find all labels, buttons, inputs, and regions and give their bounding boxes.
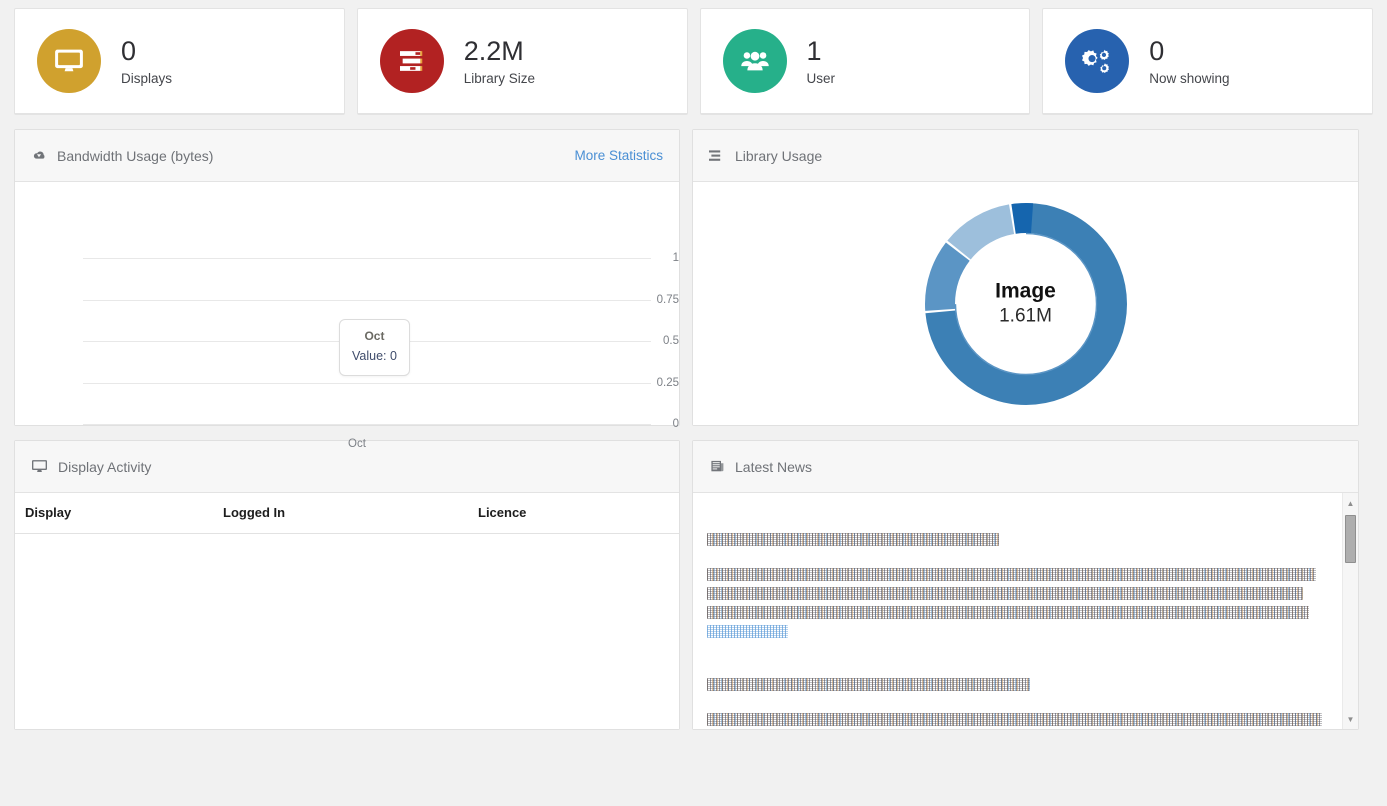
latest-news-scrollbar[interactable]: ▲ ▼ [1342,493,1358,729]
bottom-row: Display Activity Display Logged In Licen… [14,440,1373,730]
scrollbar-thumb[interactable] [1345,515,1356,563]
tooltip-title: Oct [352,327,397,345]
table-empty-cell [15,534,679,719]
dashboard-page: 0 Displays 2.2M Library Size [0,0,1387,806]
column-header-licence[interactable]: Licence [468,493,679,534]
display-activity-table: Display Logged In Licence [15,493,679,719]
stat-text: 0 Displays [121,36,172,85]
grid-line [83,300,651,301]
y-axis-tick: 0 [627,418,679,430]
stat-card-users[interactable]: 1 User [700,8,1031,115]
x-axis-tick: Oct [348,438,366,450]
stat-label: Library Size [464,71,535,86]
display-activity-panel-header: Display Activity [15,441,679,493]
y-axis-tick: 0.75 [627,294,679,306]
library-usage-body: Image 1.61M [693,182,1358,425]
news-link-redacted[interactable] [707,625,788,638]
scroll-up-arrow-icon[interactable]: ▲ [1343,495,1358,511]
latest-news-content [693,493,1342,729]
news-divider [707,648,1328,672]
stat-text: 2.2M Library Size [464,36,535,85]
stat-card-now-showing[interactable]: 0 Now showing [1042,8,1373,115]
news-item[interactable] [707,678,1328,729]
scroll-down-arrow-icon[interactable]: ▼ [1343,711,1358,727]
news-line-redacted [707,606,1309,619]
news-item[interactable] [707,533,1328,638]
stat-value: 0 [1149,36,1229,67]
latest-news-panel-title: Latest News [735,459,812,475]
news-line-redacted [707,587,1303,600]
display-activity-column: Display Activity Display Logged In Licen… [14,440,680,730]
bandwidth-chart-body: 1 0.75 0.5 0.25 0 Oct Oct Value: 0 [15,182,679,425]
bandwidth-line-chart[interactable]: 1 0.75 0.5 0.25 0 Oct Oct Value: 0 [15,182,679,425]
stat-card-library-size[interactable]: 2.2M Library Size [357,8,688,115]
stat-label: Displays [121,71,172,86]
library-usage-column: Library Usage [692,129,1359,426]
column-header-display[interactable]: Display [15,493,213,534]
stat-value: 0 [121,36,172,67]
stat-label: Now showing [1149,71,1229,86]
stat-card-row: 0 Displays 2.2M Library Size [14,8,1373,115]
bandwidth-usage-panel: Bandwidth Usage (bytes) More Statistics … [14,129,680,426]
library-usage-panel: Library Usage [692,129,1359,426]
stat-value: 2.2M [464,36,535,67]
bandwidth-panel-header: Bandwidth Usage (bytes) More Statistics [15,130,679,182]
grid-line [83,258,651,259]
more-statistics-link[interactable]: More Statistics [574,148,663,163]
table-head: Display Logged In Licence [15,493,679,534]
users-group-icon [723,29,787,93]
cloud-download-icon [31,148,47,164]
display-monitor-icon [37,29,101,93]
latest-news-panel-header: Latest News [693,441,1358,493]
stat-value: 1 [807,36,836,67]
display-activity-body: Display Logged In Licence [15,493,679,729]
chart-tooltip: Oct Value: 0 [339,319,410,376]
grid-line [83,424,651,425]
stat-card-displays[interactable]: 0 Displays [14,8,345,115]
bandwidth-column: Bandwidth Usage (bytes) More Statistics … [14,129,680,426]
display-activity-panel-title: Display Activity [58,459,151,475]
charts-row: Bandwidth Usage (bytes) More Statistics … [14,129,1373,426]
latest-news-body: ▲ ▼ [693,493,1358,729]
newspaper-icon [709,459,725,474]
library-usage-panel-header: Library Usage [693,130,1358,182]
stat-text: 0 Now showing [1149,36,1229,85]
donut-inner-ring [955,233,1096,374]
stat-label: User [807,71,836,86]
library-usage-panel-title: Library Usage [735,148,822,164]
news-heading-redacted [707,678,1030,691]
table-body [15,534,679,719]
latest-news-column: Latest News [692,440,1359,730]
news-line-redacted [707,568,1316,581]
news-line-redacted [707,713,1322,726]
grid-line [83,383,651,384]
library-usage-donut-chart[interactable]: Image 1.61M [918,196,1134,412]
table-header-row: Display Logged In Licence [15,493,679,534]
cogs-icon [1065,29,1129,93]
table-empty-row [15,534,679,719]
monitor-icon [31,459,48,474]
stat-text: 1 User [807,36,836,85]
tooltip-value: Value: 0 [352,347,397,366]
display-activity-panel: Display Activity Display Logged In Licen… [14,440,680,730]
y-axis-tick: 0.25 [627,377,679,389]
latest-news-panel: Latest News [692,440,1359,730]
bandwidth-panel-title: Bandwidth Usage (bytes) [57,148,213,164]
news-heading-redacted [707,533,999,546]
column-header-logged-in[interactable]: Logged In [213,493,468,534]
list-stack-icon [709,149,725,163]
y-axis-tick: 1 [627,252,679,264]
library-server-icon [380,29,444,93]
y-axis-tick: 0.5 [627,335,679,347]
